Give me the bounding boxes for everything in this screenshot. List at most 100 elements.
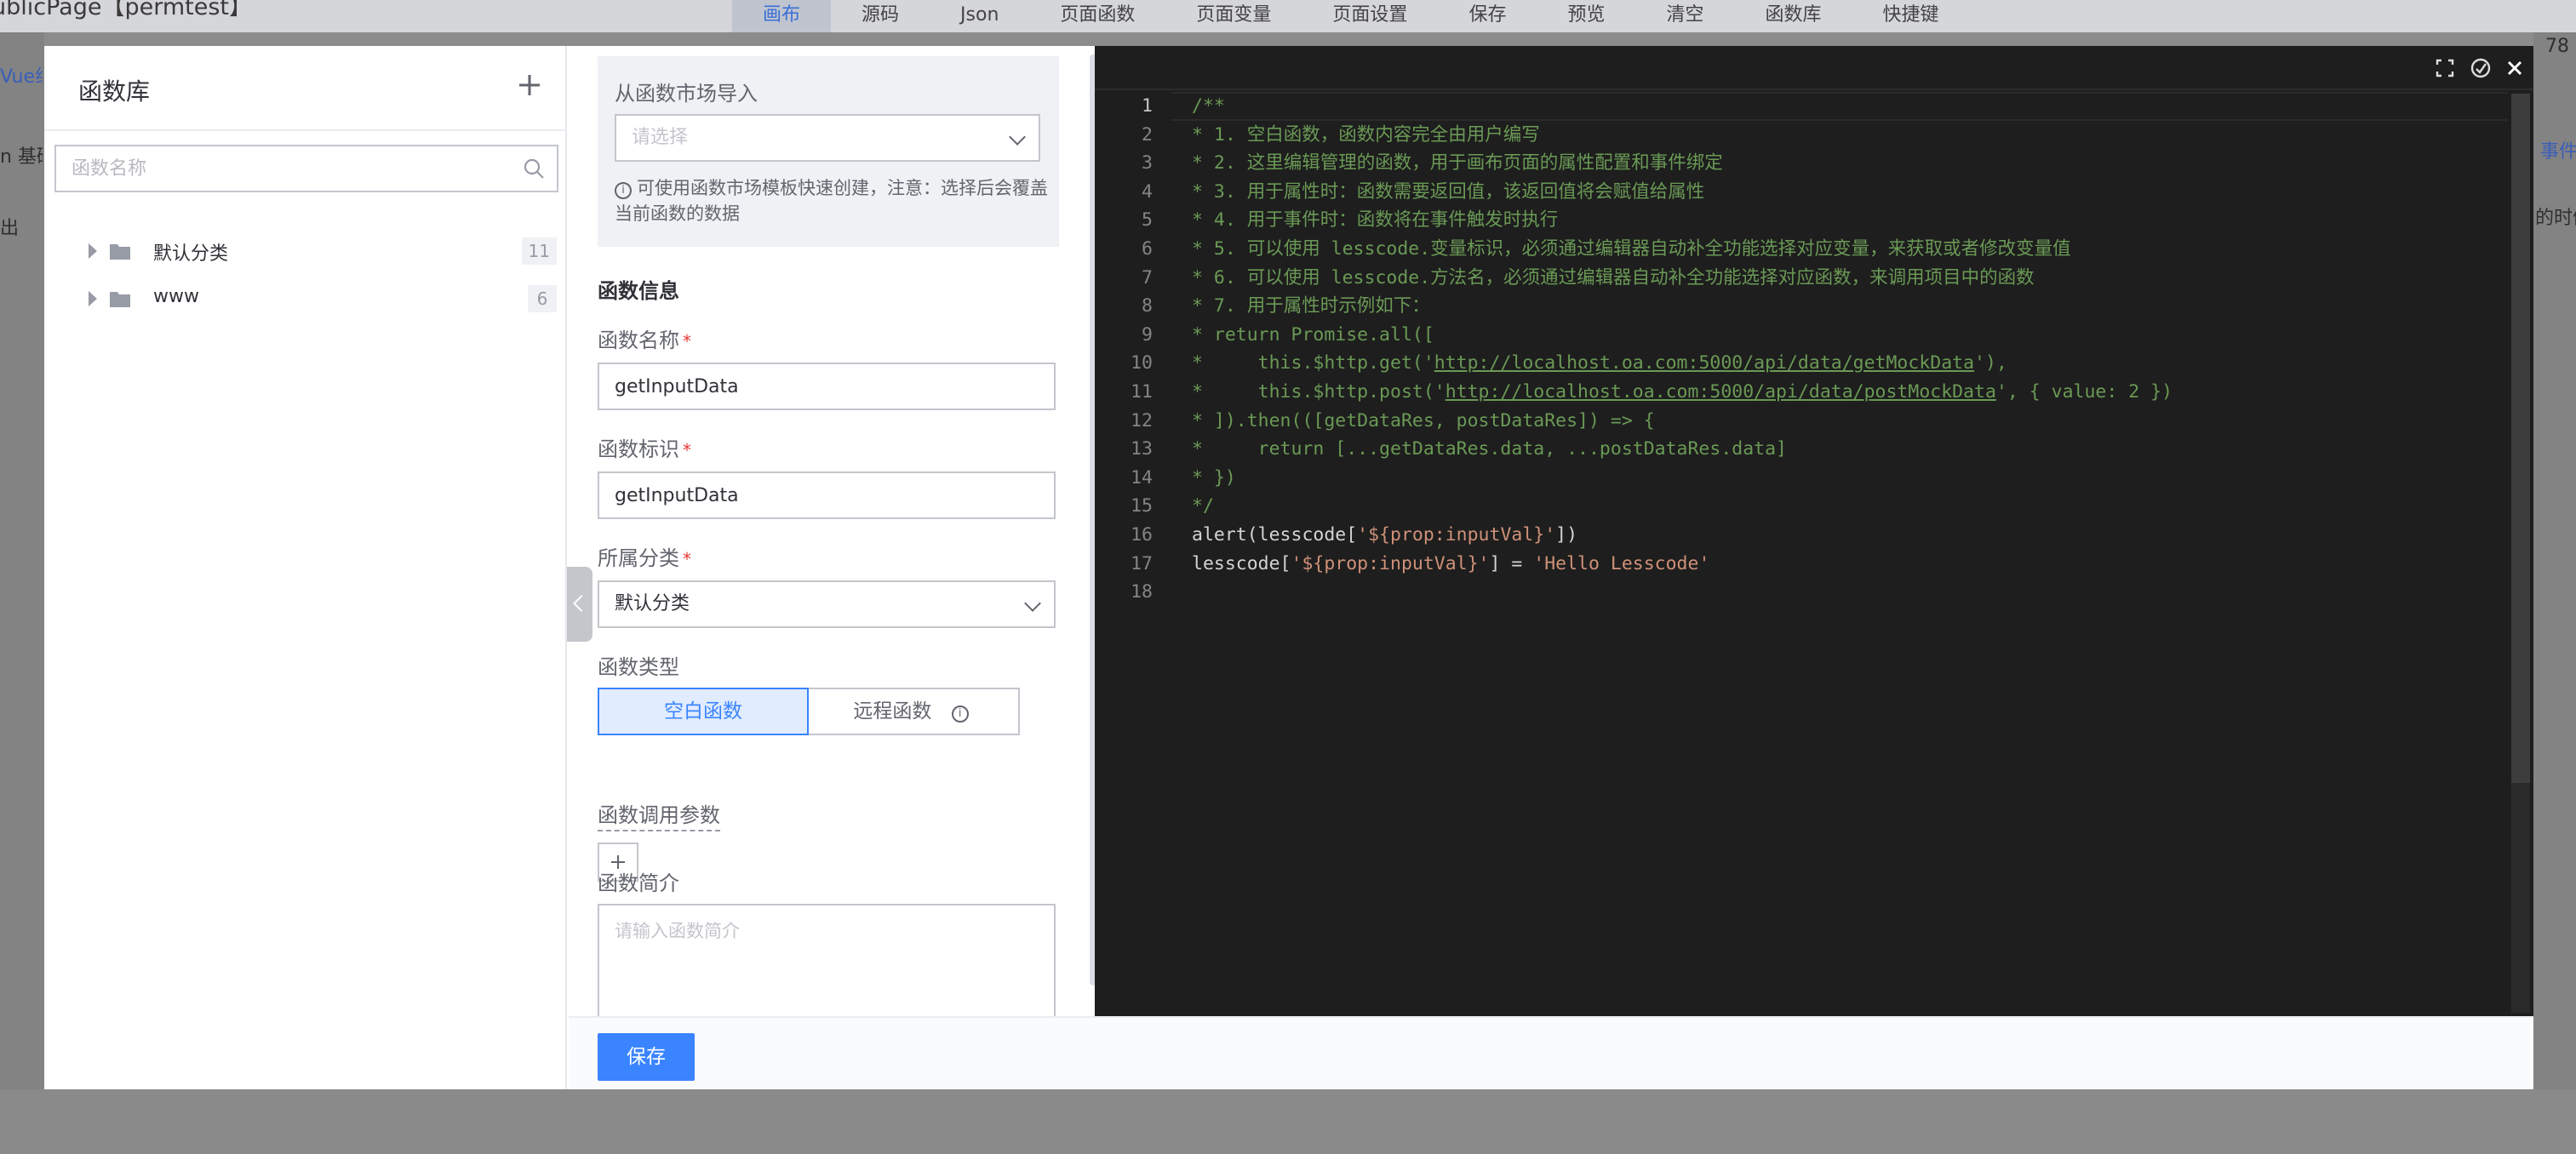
background-bottom [0, 1089, 2576, 1154]
code-text: * 2. 这里编辑管理的函数，用于画布页面的属性配置和事件绑定 [1192, 149, 1723, 178]
function-id-field [598, 471, 1056, 519]
code-line[interactable]: 4 * 3. 用于属性时：函数需要返回值，该返回值将会赋值给属性 [1095, 178, 2508, 207]
bg-tab-page-settings: 页面设置 [1332, 4, 1408, 26]
code-text: * 6. 可以使用 lesscode.方法名，必须通过编辑器自动补全功能选择对应… [1192, 264, 2035, 293]
code-line[interactable]: 2 * 1. 空白函数，函数内容完全由用户编写 [1095, 121, 2508, 150]
line-number: 8 [1142, 295, 1153, 317]
code-line[interactable]: 16 alert(lesscode['${prop:inputVal}']) [1095, 521, 2508, 550]
code-text: * 7. 用于属性时示例如下： [1192, 292, 1430, 321]
code-text: * 4. 用于事件时：函数将在事件触发时执行 [1192, 206, 1558, 235]
code-line[interactable]: 7 * 6. 可以使用 lesscode.方法名，必须通过编辑器自动补全功能选择对… [1095, 264, 2508, 293]
code-token: * 6. 可以使用 lesscode.方法名，必须通过编辑器自动补全功能选择对应… [1192, 266, 2035, 288]
code-line[interactable]: 17 lesscode['${prop:inputVal}'] = 'Hello … [1095, 550, 2508, 579]
category-select[interactable]: 默认分类 [598, 580, 1056, 628]
save-button[interactable]: 保存 [598, 1033, 695, 1081]
line-number: 9 [1142, 323, 1153, 346]
close-icon[interactable] [2503, 56, 2527, 80]
code-text: * 3. 用于属性时：函数需要返回值，该返回值将会赋值给属性 [1192, 178, 1704, 207]
code-line[interactable]: 9 * return Promise.all([ [1095, 321, 2508, 350]
function-id-input[interactable] [599, 473, 1054, 517]
caret-right-icon[interactable] [89, 243, 97, 259]
line-number: 6 [1142, 238, 1153, 260]
code-line[interactable]: 12 * ]).then(([getDataRes, postDataRes]) … [1095, 407, 2508, 436]
code-line[interactable]: 1 /** [1095, 92, 2508, 121]
code-line[interactable]: 15 */ [1095, 492, 2508, 521]
code-token: * this.$http.get(' [1192, 352, 1434, 374]
code-editor[interactable]: 1 /** 2 * 1. 空白函数，函数内容完全由用户编写 3 * 2. 这里编辑管理的函… [1095, 46, 2533, 1016]
type-blank-button[interactable]: 空白函数 [598, 688, 809, 735]
code-line[interactable]: 3 * 2. 这里编辑管理的函数，用于画布页面的属性配置和事件绑定 [1095, 149, 2508, 178]
format-code-icon[interactable] [2469, 56, 2493, 80]
tree-group-default[interactable]: 默认分类 11 [77, 230, 567, 274]
required-mark: * [683, 331, 691, 351]
bg-tab-function-library: 函数库 [1765, 4, 1822, 26]
code-line[interactable]: 10 * this.$http.get('http://localhost.oa.… [1095, 349, 2508, 378]
background-toolbar-tabs: 画布 源码 Json 页面函数 页面变量 页面设置 保存 预览 清空 函数库 快… [732, 0, 1970, 32]
code-text: * }) [1192, 464, 1236, 493]
line-number: 15 [1131, 495, 1153, 517]
tree-group-www[interactable]: www 6 [77, 277, 567, 322]
code-token: http://localhost.oa.com:5000/api/data/ge… [1434, 352, 1975, 374]
search-icon[interactable] [523, 157, 545, 180]
required-mark: * [683, 549, 691, 569]
market-template-select[interactable]: 请选择 [615, 114, 1040, 162]
code-text: * return Promise.all([ [1192, 321, 1434, 350]
function-search-input[interactable] [56, 146, 516, 191]
line-number: 10 [1131, 352, 1153, 374]
line-number: 4 [1142, 180, 1153, 203]
line-number: 18 [1131, 581, 1153, 603]
line-number: 1 [1142, 95, 1153, 117]
call-params-label: 函数调用参数 [598, 798, 720, 831]
code-token: ]) [1555, 524, 1578, 546]
line-number: 14 [1131, 466, 1153, 488]
code-text: * 1. 空白函数，函数内容完全由用户编写 [1192, 121, 1540, 150]
chevron-left-icon [573, 595, 590, 612]
code-line[interactable]: 14 * }) [1095, 464, 2508, 493]
folder-icon [110, 244, 130, 260]
code-text: * this.$http.get('http://localhost.oa.co… [1192, 349, 2007, 378]
description-field [598, 904, 1056, 1016]
line-number: 17 [1131, 552, 1153, 574]
function-id-label-text: 函数标识 [598, 437, 679, 461]
editor-toolbar [1095, 46, 2533, 90]
info-icon: i [615, 182, 632, 199]
line-number: 13 [1131, 438, 1153, 460]
code-line[interactable]: 13 * return [...getDataRes.data, ...postD… [1095, 435, 2508, 464]
code-line[interactable]: 8 * 7. 用于属性时示例如下： [1095, 292, 2508, 321]
tree-group-label: www [153, 286, 199, 307]
editor-scrollbar-thumb[interactable] [2511, 94, 2530, 783]
bg-tab-page-variables: 页面变量 [1196, 4, 1272, 26]
line-number: 7 [1142, 266, 1153, 288]
fullscreen-icon[interactable] [2433, 56, 2457, 80]
code-token: ] = [1489, 552, 1534, 574]
info-icon[interactable]: i [951, 706, 969, 723]
function-info-title: 函数信息 [598, 279, 679, 303]
bg-right-text: 的时候 [2535, 208, 2576, 229]
code-token: * 7. 用于属性时示例如下： [1192, 295, 1430, 317]
function-type-group: 空白函数 远程函数 i [598, 688, 1020, 735]
editor-scrollbar[interactable] [2511, 94, 2530, 1013]
description-textarea[interactable] [599, 905, 1054, 1016]
code-area[interactable]: 1 /** 2 * 1. 空白函数，函数内容完全由用户编写 3 * 2. 这里编辑管理的函… [1095, 90, 2533, 1016]
code-line[interactable]: 5 * 4. 用于事件时：函数将在事件触发时执行 [1095, 206, 2508, 235]
code-line[interactable]: 6 * 5. 可以使用 lesscode.变量标识，必须通过编辑器自动补全功能选择… [1095, 235, 2508, 264]
market-import-tip: i 可使用函数市场模板快速创建，注意：选择后会覆盖当前函数的数据 [615, 175, 1049, 226]
tree-group-count: 11 [521, 237, 557, 265]
code-line[interactable]: 11 * this.$http.post('http://localhost.oa… [1095, 378, 2508, 407]
function-type-label: 函数类型 [598, 655, 679, 679]
caret-right-icon[interactable] [89, 291, 97, 306]
code-token: * return [...getDataRes.data, ...postDat… [1192, 438, 1787, 460]
add-group-button[interactable] [511, 66, 548, 104]
function-name-input[interactable] [599, 364, 1054, 408]
market-import-box: 从函数市场导入 请选择 i 可使用函数市场模板快速创建，注意：选择后会覆盖当前函数… [598, 56, 1059, 247]
collapse-panel-handle[interactable] [567, 567, 592, 642]
background-page-title: ublicPage【permtest】 [0, 0, 252, 20]
line-number: 16 [1131, 524, 1153, 546]
category-label: 所属分类 * [598, 541, 691, 571]
type-remote-button[interactable]: 远程函数 i [807, 688, 1020, 735]
code-token: /** [1192, 95, 1225, 117]
background-left-panel: Vue组 n 基础 出 [0, 32, 44, 1154]
code-line[interactable]: 18 [1095, 578, 2508, 607]
code-text: * 5. 可以使用 lesscode.变量标识，必须通过编辑器自动补全功能选择对… [1192, 235, 2071, 264]
library-header: 函数库 [44, 46, 567, 131]
